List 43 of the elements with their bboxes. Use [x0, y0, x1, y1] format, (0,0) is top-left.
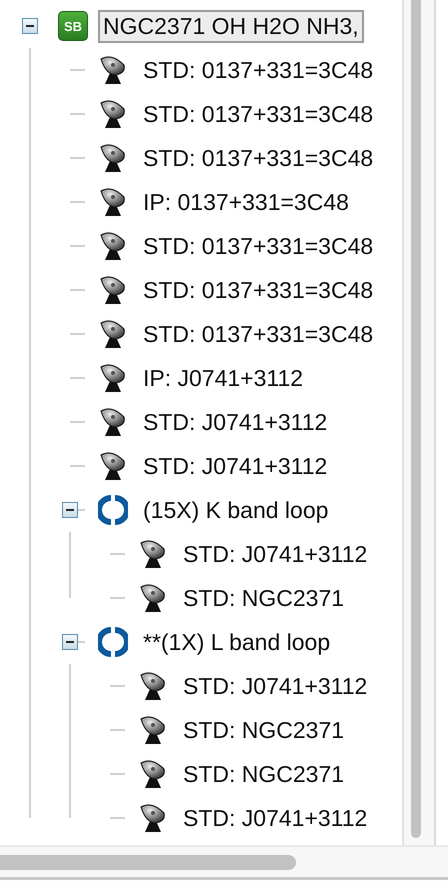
- tree-item-label[interactable]: STD: J0741+3112: [138, 406, 332, 438]
- satellite-dish-icon: [138, 715, 168, 745]
- loop-icon: [98, 495, 128, 525]
- satellite-dish-icon: [138, 803, 168, 833]
- collapse-button[interactable]: [62, 502, 78, 518]
- satellite-dish-icon: [138, 671, 168, 701]
- satellite-dish-icon: [98, 363, 128, 393]
- tree-item-label[interactable]: STD: NGC2371: [178, 758, 350, 790]
- satellite-dish-icon: [98, 319, 128, 349]
- satellite-dish-icon: [98, 407, 128, 437]
- satellite-dish-icon: [138, 539, 168, 569]
- scrollbar-thumb[interactable]: [0, 854, 296, 870]
- satellite-dish-icon: [138, 759, 168, 789]
- satellite-dish-icon: [98, 143, 128, 173]
- satellite-dish-icon: [98, 99, 128, 129]
- tree-item-label[interactable]: STD: 0137+331=3C48: [138, 98, 378, 130]
- tree-item-label[interactable]: STD: J0741+3112: [178, 538, 372, 570]
- tree-item-label[interactable]: STD: 0137+331=3C48: [138, 54, 378, 86]
- collapse-button[interactable]: [22, 18, 38, 34]
- satellite-dish-icon: [138, 583, 168, 613]
- tree-item-label[interactable]: STD: 0137+331=3C48: [138, 142, 378, 174]
- tree-item-label[interactable]: IP: J0741+3112: [138, 362, 308, 394]
- satellite-dish-icon: [98, 187, 128, 217]
- scheduling-block-icon: SB: [58, 11, 88, 41]
- loop-icon: [98, 627, 128, 657]
- satellite-dish-icon: [98, 451, 128, 481]
- tree-item-label[interactable]: STD: J0741+3112: [138, 450, 332, 482]
- tree-item-label[interactable]: (15X) K band loop: [138, 494, 334, 526]
- tree-item-label[interactable]: STD: J0741+3112: [178, 670, 372, 702]
- tree-item-label[interactable]: IP: 0137+331=3C48: [138, 186, 354, 218]
- tree-item-label[interactable]: STD: J0741+3112: [178, 802, 372, 834]
- collapse-button[interactable]: [62, 634, 78, 650]
- satellite-dish-icon: [98, 55, 128, 85]
- scrollbar-thumb[interactable]: [411, 0, 421, 838]
- tree-item-label[interactable]: STD: 0137+331=3C48: [138, 274, 378, 306]
- tree-item-label[interactable]: STD: NGC2371: [178, 582, 350, 614]
- satellite-dish-icon: [98, 231, 128, 261]
- satellite-dish-icon: [98, 275, 128, 305]
- tree-item-label[interactable]: STD: 0137+331=3C48: [138, 230, 378, 262]
- tree-item-label[interactable]: STD: 0137+331=3C48: [138, 318, 378, 350]
- tree-item-label[interactable]: STD: NGC2371: [178, 714, 350, 746]
- tree-item-label[interactable]: **(1X) L band loop: [138, 626, 336, 658]
- tree-item-label[interactable]: NGC2371 OH H2O NH3,: [98, 10, 364, 42]
